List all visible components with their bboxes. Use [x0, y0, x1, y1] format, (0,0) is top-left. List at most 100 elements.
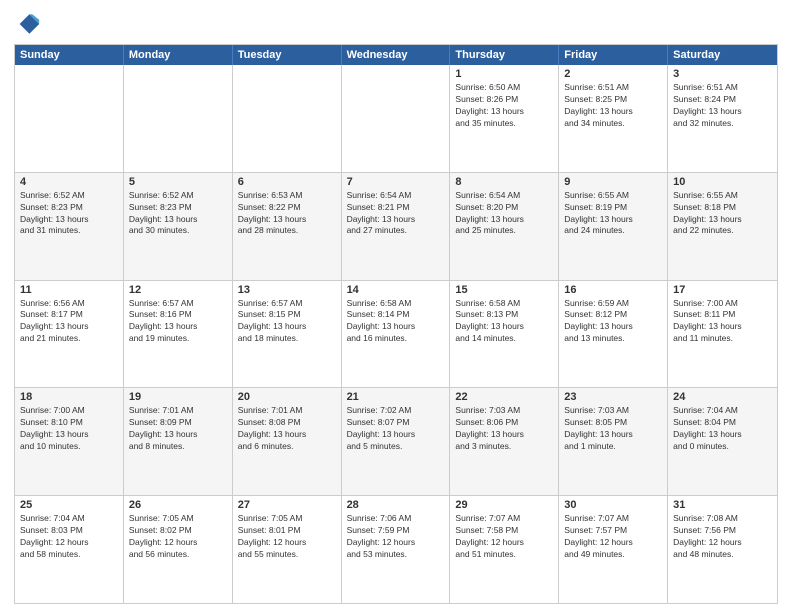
calendar-cell: 4 Sunrise: 6:52 AM Sunset: 8:23 PM Daylig…: [15, 173, 124, 280]
day-info: Sunrise: 6:54 AM Sunset: 8:21 PM Dayligh…: [347, 190, 445, 238]
day-number: 7: [347, 176, 445, 188]
day-info: Sunrise: 7:00 AM Sunset: 8:11 PM Dayligh…: [673, 298, 772, 346]
day-info: Sunrise: 6:59 AM Sunset: 8:12 PM Dayligh…: [564, 298, 662, 346]
calendar-cell: 30 Sunrise: 7:07 AM Sunset: 7:57 PM Dayli…: [559, 496, 668, 603]
day-number: 30: [564, 499, 662, 511]
calendar-cell: 16 Sunrise: 6:59 AM Sunset: 8:12 PM Dayli…: [559, 281, 668, 388]
day-number: 16: [564, 284, 662, 296]
calendar-row-3: 11 Sunrise: 6:56 AM Sunset: 8:17 PM Dayli…: [15, 280, 777, 388]
day-info: Sunrise: 7:04 AM Sunset: 8:03 PM Dayligh…: [20, 513, 118, 561]
header: [14, 10, 778, 38]
calendar-cell: 11 Sunrise: 6:56 AM Sunset: 8:17 PM Dayli…: [15, 281, 124, 388]
calendar-header: SundayMondayTuesdayWednesdayThursdayFrid…: [15, 45, 777, 65]
calendar-cell: 7 Sunrise: 6:54 AM Sunset: 8:21 PM Daylig…: [342, 173, 451, 280]
page: SundayMondayTuesdayWednesdayThursdayFrid…: [0, 0, 792, 612]
calendar-body: 1 Sunrise: 6:50 AM Sunset: 8:26 PM Daylig…: [15, 65, 777, 603]
day-number: 28: [347, 499, 445, 511]
day-header-monday: Monday: [124, 45, 233, 65]
day-info: Sunrise: 7:06 AM Sunset: 7:59 PM Dayligh…: [347, 513, 445, 561]
day-number: 9: [564, 176, 662, 188]
logo: [14, 10, 46, 38]
day-info: Sunrise: 6:54 AM Sunset: 8:20 PM Dayligh…: [455, 190, 553, 238]
calendar-cell: 10 Sunrise: 6:55 AM Sunset: 8:18 PM Dayli…: [668, 173, 777, 280]
calendar-cell: 18Sunrise: 7:00 AM Sunset: 8:10 PM Dayli…: [15, 388, 124, 495]
day-info: Sunrise: 7:01 AM Sunset: 8:08 PM Dayligh…: [238, 405, 336, 453]
day-info: Sunrise: 6:53 AM Sunset: 8:22 PM Dayligh…: [238, 190, 336, 238]
day-number: 6: [238, 176, 336, 188]
day-number: 27: [238, 499, 336, 511]
day-info: Sunrise: 7:08 AM Sunset: 7:56 PM Dayligh…: [673, 513, 772, 561]
day-info: Sunrise: 6:58 AM Sunset: 8:13 PM Dayligh…: [455, 298, 553, 346]
day-info: Sunrise: 7:03 AM Sunset: 8:05 PM Dayligh…: [564, 405, 662, 453]
day-info: Sunrise: 6:56 AM Sunset: 8:17 PM Dayligh…: [20, 298, 118, 346]
day-number: 10: [673, 176, 772, 188]
day-number: 1: [455, 68, 553, 80]
day-info: Sunrise: 6:51 AM Sunset: 8:24 PM Dayligh…: [673, 82, 772, 130]
calendar-cell: 8 Sunrise: 6:54 AM Sunset: 8:20 PM Daylig…: [450, 173, 559, 280]
calendar-cell: 20Sunrise: 7:01 AM Sunset: 8:08 PM Dayli…: [233, 388, 342, 495]
day-info: Sunrise: 7:07 AM Sunset: 7:57 PM Dayligh…: [564, 513, 662, 561]
day-header-sunday: Sunday: [15, 45, 124, 65]
logo-icon: [14, 10, 42, 38]
day-number: 19: [129, 391, 227, 403]
calendar-cell: 12Sunrise: 6:57 AM Sunset: 8:16 PM Dayli…: [124, 281, 233, 388]
calendar-cell: 6 Sunrise: 6:53 AM Sunset: 8:22 PM Daylig…: [233, 173, 342, 280]
calendar-cell: 31 Sunrise: 7:08 AM Sunset: 7:56 PM Dayli…: [668, 496, 777, 603]
calendar-cell: 13 Sunrise: 6:57 AM Sunset: 8:15 PM Dayli…: [233, 281, 342, 388]
calendar-cell: 2 Sunrise: 6:51 AM Sunset: 8:25 PM Daylig…: [559, 65, 668, 172]
calendar-cell: 3 Sunrise: 6:51 AM Sunset: 8:24 PM Daylig…: [668, 65, 777, 172]
day-info: Sunrise: 6:52 AM Sunset: 8:23 PM Dayligh…: [20, 190, 118, 238]
day-number: 13: [238, 284, 336, 296]
calendar: SundayMondayTuesdayWednesdayThursdayFrid…: [14, 44, 778, 604]
day-info: Sunrise: 6:55 AM Sunset: 8:18 PM Dayligh…: [673, 190, 772, 238]
day-info: Sunrise: 7:05 AM Sunset: 8:01 PM Dayligh…: [238, 513, 336, 561]
day-number: 8: [455, 176, 553, 188]
day-number: 15: [455, 284, 553, 296]
day-header-tuesday: Tuesday: [233, 45, 342, 65]
day-info: Sunrise: 6:51 AM Sunset: 8:25 PM Dayligh…: [564, 82, 662, 130]
day-number: 29: [455, 499, 553, 511]
day-info: Sunrise: 6:57 AM Sunset: 8:16 PM Dayligh…: [129, 298, 227, 346]
day-number: 3: [673, 68, 772, 80]
day-header-saturday: Saturday: [668, 45, 777, 65]
day-info: Sunrise: 6:55 AM Sunset: 8:19 PM Dayligh…: [564, 190, 662, 238]
calendar-cell: 5Sunrise: 6:52 AM Sunset: 8:23 PM Daylig…: [124, 173, 233, 280]
calendar-cell: 24 Sunrise: 7:04 AM Sunset: 8:04 PM Dayli…: [668, 388, 777, 495]
day-number: 2: [564, 68, 662, 80]
calendar-row-1: 1 Sunrise: 6:50 AM Sunset: 8:26 PM Daylig…: [15, 65, 777, 172]
day-number: 11: [20, 284, 118, 296]
day-number: 22: [455, 391, 553, 403]
day-info: Sunrise: 6:50 AM Sunset: 8:26 PM Dayligh…: [455, 82, 553, 130]
calendar-cell: [15, 65, 124, 172]
day-info: Sunrise: 7:05 AM Sunset: 8:02 PM Dayligh…: [129, 513, 227, 561]
calendar-cell: 9 Sunrise: 6:55 AM Sunset: 8:19 PM Daylig…: [559, 173, 668, 280]
day-number: 23: [564, 391, 662, 403]
calendar-row-2: 4 Sunrise: 6:52 AM Sunset: 8:23 PM Daylig…: [15, 172, 777, 280]
calendar-cell: 21 Sunrise: 7:02 AM Sunset: 8:07 PM Dayli…: [342, 388, 451, 495]
day-number: 21: [347, 391, 445, 403]
day-info: Sunrise: 6:57 AM Sunset: 8:15 PM Dayligh…: [238, 298, 336, 346]
calendar-cell: [233, 65, 342, 172]
day-info: Sunrise: 7:03 AM Sunset: 8:06 PM Dayligh…: [455, 405, 553, 453]
calendar-cell: 27 Sunrise: 7:05 AM Sunset: 8:01 PM Dayli…: [233, 496, 342, 603]
day-number: 31: [673, 499, 772, 511]
day-info: Sunrise: 7:04 AM Sunset: 8:04 PM Dayligh…: [673, 405, 772, 453]
calendar-cell: 15 Sunrise: 6:58 AM Sunset: 8:13 PM Dayli…: [450, 281, 559, 388]
calendar-cell: 1 Sunrise: 6:50 AM Sunset: 8:26 PM Daylig…: [450, 65, 559, 172]
day-number: 17: [673, 284, 772, 296]
day-number: 24: [673, 391, 772, 403]
day-number: 14: [347, 284, 445, 296]
day-number: 18: [20, 391, 118, 403]
calendar-cell: 23 Sunrise: 7:03 AM Sunset: 8:05 PM Dayli…: [559, 388, 668, 495]
day-number: 4: [20, 176, 118, 188]
day-header-friday: Friday: [559, 45, 668, 65]
calendar-cell: [124, 65, 233, 172]
calendar-cell: 22 Sunrise: 7:03 AM Sunset: 8:06 PM Dayli…: [450, 388, 559, 495]
calendar-cell: 28 Sunrise: 7:06 AM Sunset: 7:59 PM Dayli…: [342, 496, 451, 603]
day-number: 5: [129, 176, 227, 188]
day-info: Sunrise: 7:02 AM Sunset: 8:07 PM Dayligh…: [347, 405, 445, 453]
calendar-cell: 19Sunrise: 7:01 AM Sunset: 8:09 PM Dayli…: [124, 388, 233, 495]
day-header-wednesday: Wednesday: [342, 45, 451, 65]
calendar-row-4: 18Sunrise: 7:00 AM Sunset: 8:10 PM Dayli…: [15, 387, 777, 495]
day-header-thursday: Thursday: [450, 45, 559, 65]
